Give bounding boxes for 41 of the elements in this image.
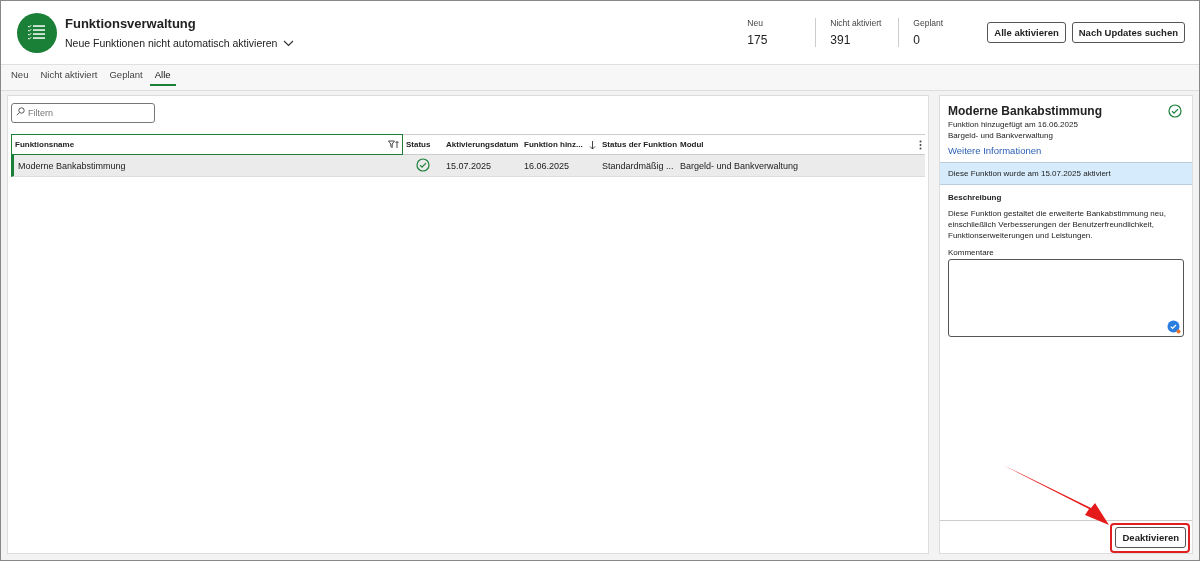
page-title: Funktionsverwaltung — [65, 16, 197, 31]
tab[interactable]: Alle — [149, 65, 176, 86]
description-text: Diese Funktion gestaltet die erweiterte Bankabstimmung neu, einschließlich Verbesserungen der Benutzerfreundlichkeit, Funktionserweiterungen und Leistungen. — [948, 208, 1167, 242]
column-header[interactable]: Modul — [677, 134, 925, 155]
search-field[interactable]: Filtern — [11, 103, 155, 123]
stat-label: Geplant — [913, 18, 945, 28]
detail-meta: Bargeld- und Bankverwaltung — [948, 131, 1054, 140]
field-label: Kommentare — [948, 247, 995, 257]
sort-down-icon[interactable] — [589, 139, 596, 150]
chevron-down-icon[interactable] — [283, 39, 295, 47]
table-cell[interactable]: Moderne Bankabstimmung — [11, 155, 403, 177]
stat-label: Nicht aktiviert — [830, 18, 883, 28]
check-badge-icon — [1167, 319, 1181, 334]
stat-value: 0 — [913, 33, 921, 47]
tab[interactable]: Geplant — [104, 65, 148, 86]
detail-title: Moderne Bankabstimmung — [948, 104, 1103, 118]
search-icon — [16, 107, 25, 116]
column-header[interactable]: Funktionsname — [11, 134, 403, 155]
setting-dropdown[interactable]: Neue Funktionen nicht automatisch aktivieren — [65, 37, 278, 49]
filter-icon[interactable] — [388, 140, 399, 149]
stat-value: 175 — [747, 33, 769, 47]
more-icon[interactable] — [919, 139, 922, 150]
table-cell: 15.07.2025 — [443, 155, 521, 177]
detail-meta: Funktion hinzugefügt am 16.06.2025 — [948, 120, 1079, 129]
checklist-logo-icon — [17, 12, 57, 53]
tab[interactable]: Neu — [6, 65, 34, 86]
section-heading: Beschreibung — [948, 193, 1003, 202]
table-cell: 16.06.2025 — [521, 155, 599, 177]
action-button[interactable]: Nach Updates suchen — [1071, 22, 1185, 43]
check-circle-icon — [1168, 104, 1182, 118]
comments-field[interactable] — [948, 258, 1184, 337]
activation-notice: Diese Funktion wurde am 15.07.2025 aktiviert — [940, 162, 1192, 185]
check-circle-icon — [416, 157, 430, 172]
deactivate-button[interactable]: Deaktivieren — [1115, 526, 1186, 548]
tab[interactable]: Nicht aktiviert — [35, 65, 103, 86]
stat-value: 391 — [830, 33, 852, 47]
stat-label: Neu — [747, 18, 764, 28]
table-cell: Standardmäßig ... — [599, 155, 677, 177]
action-button[interactable]: Alle aktivieren — [987, 22, 1066, 43]
more-info-link[interactable]: Weitere Informationen — [948, 145, 1184, 156]
table-cell: Bargeld- und Bankverwaltung — [677, 155, 925, 177]
